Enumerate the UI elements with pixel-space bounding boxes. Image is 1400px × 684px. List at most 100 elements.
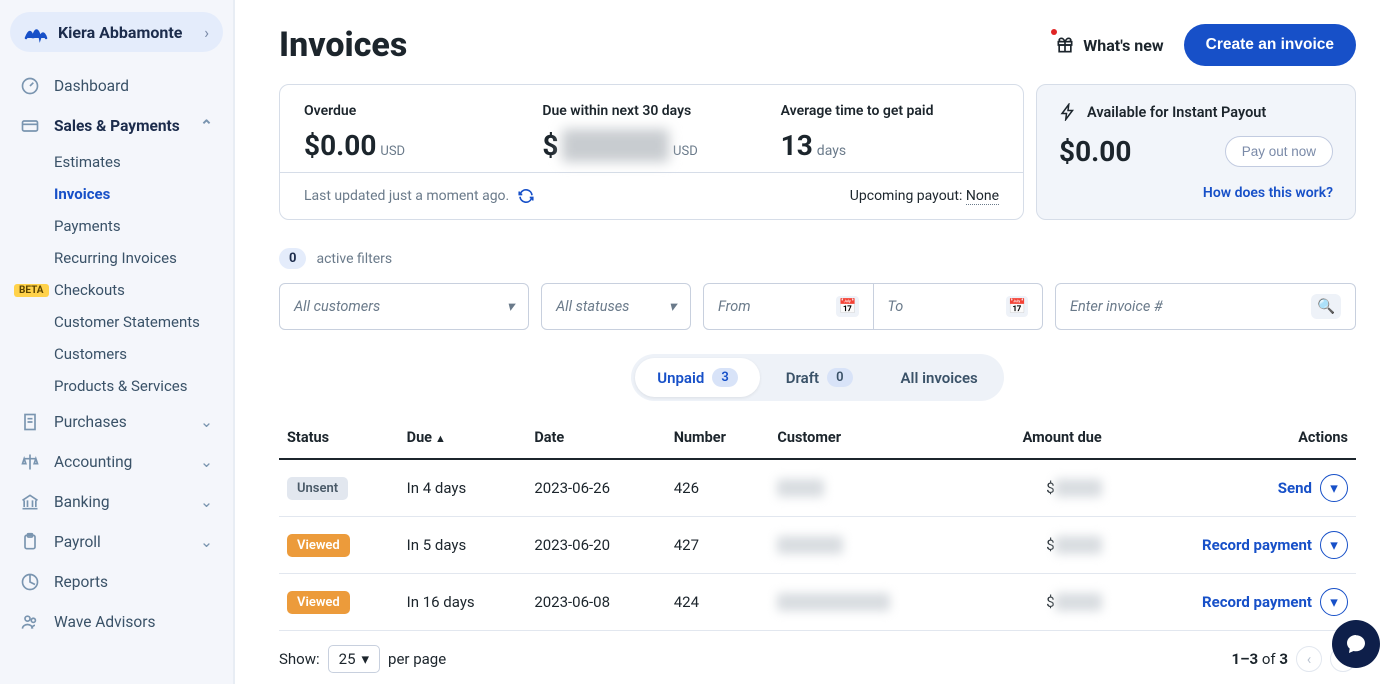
nav-purchases[interactable]: Purchases ⌄ [0,402,233,442]
how-does-this-work-link[interactable]: How does this work? [1059,185,1333,201]
amount-blurred: XXXXX [1055,593,1102,611]
sidebar-item-payments[interactable]: Payments [0,210,233,242]
card-icon [20,116,40,136]
chevron-up-icon: ⌃ [200,117,213,135]
last-updated: Last updated just a moment ago. [304,188,509,204]
col-number[interactable]: Number [666,417,770,459]
gift-icon [1055,35,1075,55]
row-action-menu[interactable]: ▾ [1320,588,1348,616]
payout-now-button[interactable]: Pay out now [1225,136,1333,167]
sidebar-item-products-services[interactable]: Products & Services [0,370,233,402]
table-row[interactable]: ViewedIn 16 days2023-06-08424XXXXXXXXXXX… [279,574,1356,631]
nav-reports[interactable]: Reports [0,562,233,602]
invoice-tabs: Unpaid3 Draft0 All invoices [631,354,1004,401]
due30-value-blurred: XXXXXX [562,129,669,162]
sidebar-item-checkouts[interactable]: BETACheckouts [0,274,233,306]
dropdown-icon: ▾ [507,298,514,315]
sidebar-item-recurring-invoices[interactable]: Recurring Invoices [0,242,233,274]
filter-from-date[interactable]: From📅 [703,283,874,330]
whats-new-button[interactable]: What's new [1055,35,1163,55]
avgtime-label: Average time to get paid [781,103,999,119]
chevron-right-icon: › [204,23,209,42]
col-due[interactable]: Due▲ [399,417,527,459]
nav-payroll[interactable]: Payroll ⌄ [0,522,233,562]
beta-badge: BETA [14,284,49,297]
calendar-icon: 📅 [1006,296,1028,317]
instant-payout-card: Available for Instant Payout $0.00 Pay o… [1036,84,1356,220]
chart-icon [20,572,40,592]
customer-blurred: XXXXX [777,479,824,497]
filter-invoice-search[interactable]: Enter invoice #🔍 [1055,283,1356,330]
chevron-down-icon: ⌄ [200,413,213,431]
tab-unpaid[interactable]: Unpaid3 [635,358,760,397]
nav-dashboard[interactable]: Dashboard [0,66,233,106]
people-icon [20,612,40,632]
chevron-down-icon: ⌄ [200,493,213,511]
dropdown-icon: ▾ [362,650,370,668]
chat-icon [1344,632,1368,656]
receipt-icon [20,412,40,432]
active-filter-count: 0 [279,248,306,269]
gauge-icon [20,76,40,96]
sidebar-item-estimates[interactable]: Estimates [0,146,233,178]
nav-advisors[interactable]: Wave Advisors [0,602,233,642]
avgtime-value: 13 [781,129,813,162]
filter-to-date[interactable]: To📅 [874,283,1044,330]
col-customer[interactable]: Customer [769,417,965,459]
chevron-down-icon: ⌄ [200,533,213,551]
invoices-table: Status Due▲ Date Number Customer Amount … [279,417,1356,631]
overdue-label: Overdue [304,103,522,119]
nav-sales-payments[interactable]: Sales & Payments ⌃ [0,106,233,146]
clipboard-icon [20,532,40,552]
row-action-link[interactable]: Record payment [1202,593,1312,611]
nav-accounting[interactable]: Accounting ⌄ [0,442,233,482]
sidebar-item-invoices[interactable]: Invoices [0,178,233,210]
col-status[interactable]: Status [279,417,399,459]
bolt-icon [1059,103,1077,121]
filter-statuses-select[interactable]: All statuses▾ [541,283,691,330]
due30-label: Due within next 30 days [542,103,760,119]
filter-customers-select[interactable]: All customers▾ [279,283,529,330]
bank-icon [20,492,40,512]
sidebar-item-customer-statements[interactable]: Customer Statements [0,306,233,338]
customer-blurred: XXXXXXXXXXXX [777,593,890,611]
customer-blurred: XXXXXXX [777,536,843,554]
main-content: Invoices What's new Create an invoice Ov… [235,0,1400,684]
chat-fab[interactable] [1332,620,1380,668]
table-row[interactable]: UnsentIn 4 days2023-06-26426XXXXX$XXXXXS… [279,459,1356,517]
row-action-menu[interactable]: ▾ [1320,474,1348,502]
per-page-select[interactable]: 25 ▾ [328,645,380,673]
user-name: Kiera Abbamonte [58,23,194,42]
calendar-icon: 📅 [836,296,858,317]
summary-card: Overdue $0.00 USD Due within next 30 day… [279,84,1024,220]
upcoming-payout-link[interactable]: None [966,188,999,205]
col-amount[interactable]: Amount due [965,417,1110,459]
scale-icon [20,452,40,472]
sort-asc-icon: ▲ [435,432,446,445]
col-actions: Actions [1110,417,1356,459]
amount-blurred: XXXXX [1055,479,1102,497]
status-badge: Viewed [287,591,350,614]
row-action-menu[interactable]: ▾ [1320,531,1348,559]
dropdown-icon: ▾ [669,298,676,315]
row-action-link[interactable]: Send [1278,479,1312,497]
chevron-down-icon: ⌄ [200,453,213,471]
tab-draft[interactable]: Draft0 [764,358,875,397]
nav-banking[interactable]: Banking ⌄ [0,482,233,522]
status-badge: Unsent [287,477,348,500]
sidebar-item-customers[interactable]: Customers [0,338,233,370]
create-invoice-button[interactable]: Create an invoice [1184,24,1356,66]
page-prev-button[interactable]: ‹ [1296,646,1322,672]
page-title: Invoices [279,25,1055,65]
status-badge: Viewed [287,534,350,557]
table-row[interactable]: ViewedIn 5 days2023-06-20427XXXXXXX$XXXX… [279,517,1356,574]
col-date[interactable]: Date [526,417,665,459]
refresh-icon[interactable] [517,187,535,205]
overdue-value: $0.00 [304,129,376,162]
user-menu[interactable]: Kiera Abbamonte › [10,12,223,52]
amount-blurred: XXXXX [1055,536,1102,554]
wave-logo-icon [24,20,48,44]
sidebar: Kiera Abbamonte › Dashboard Sales & Paym… [0,0,235,684]
tab-all[interactable]: All invoices [879,358,1000,397]
row-action-link[interactable]: Record payment [1202,536,1312,554]
